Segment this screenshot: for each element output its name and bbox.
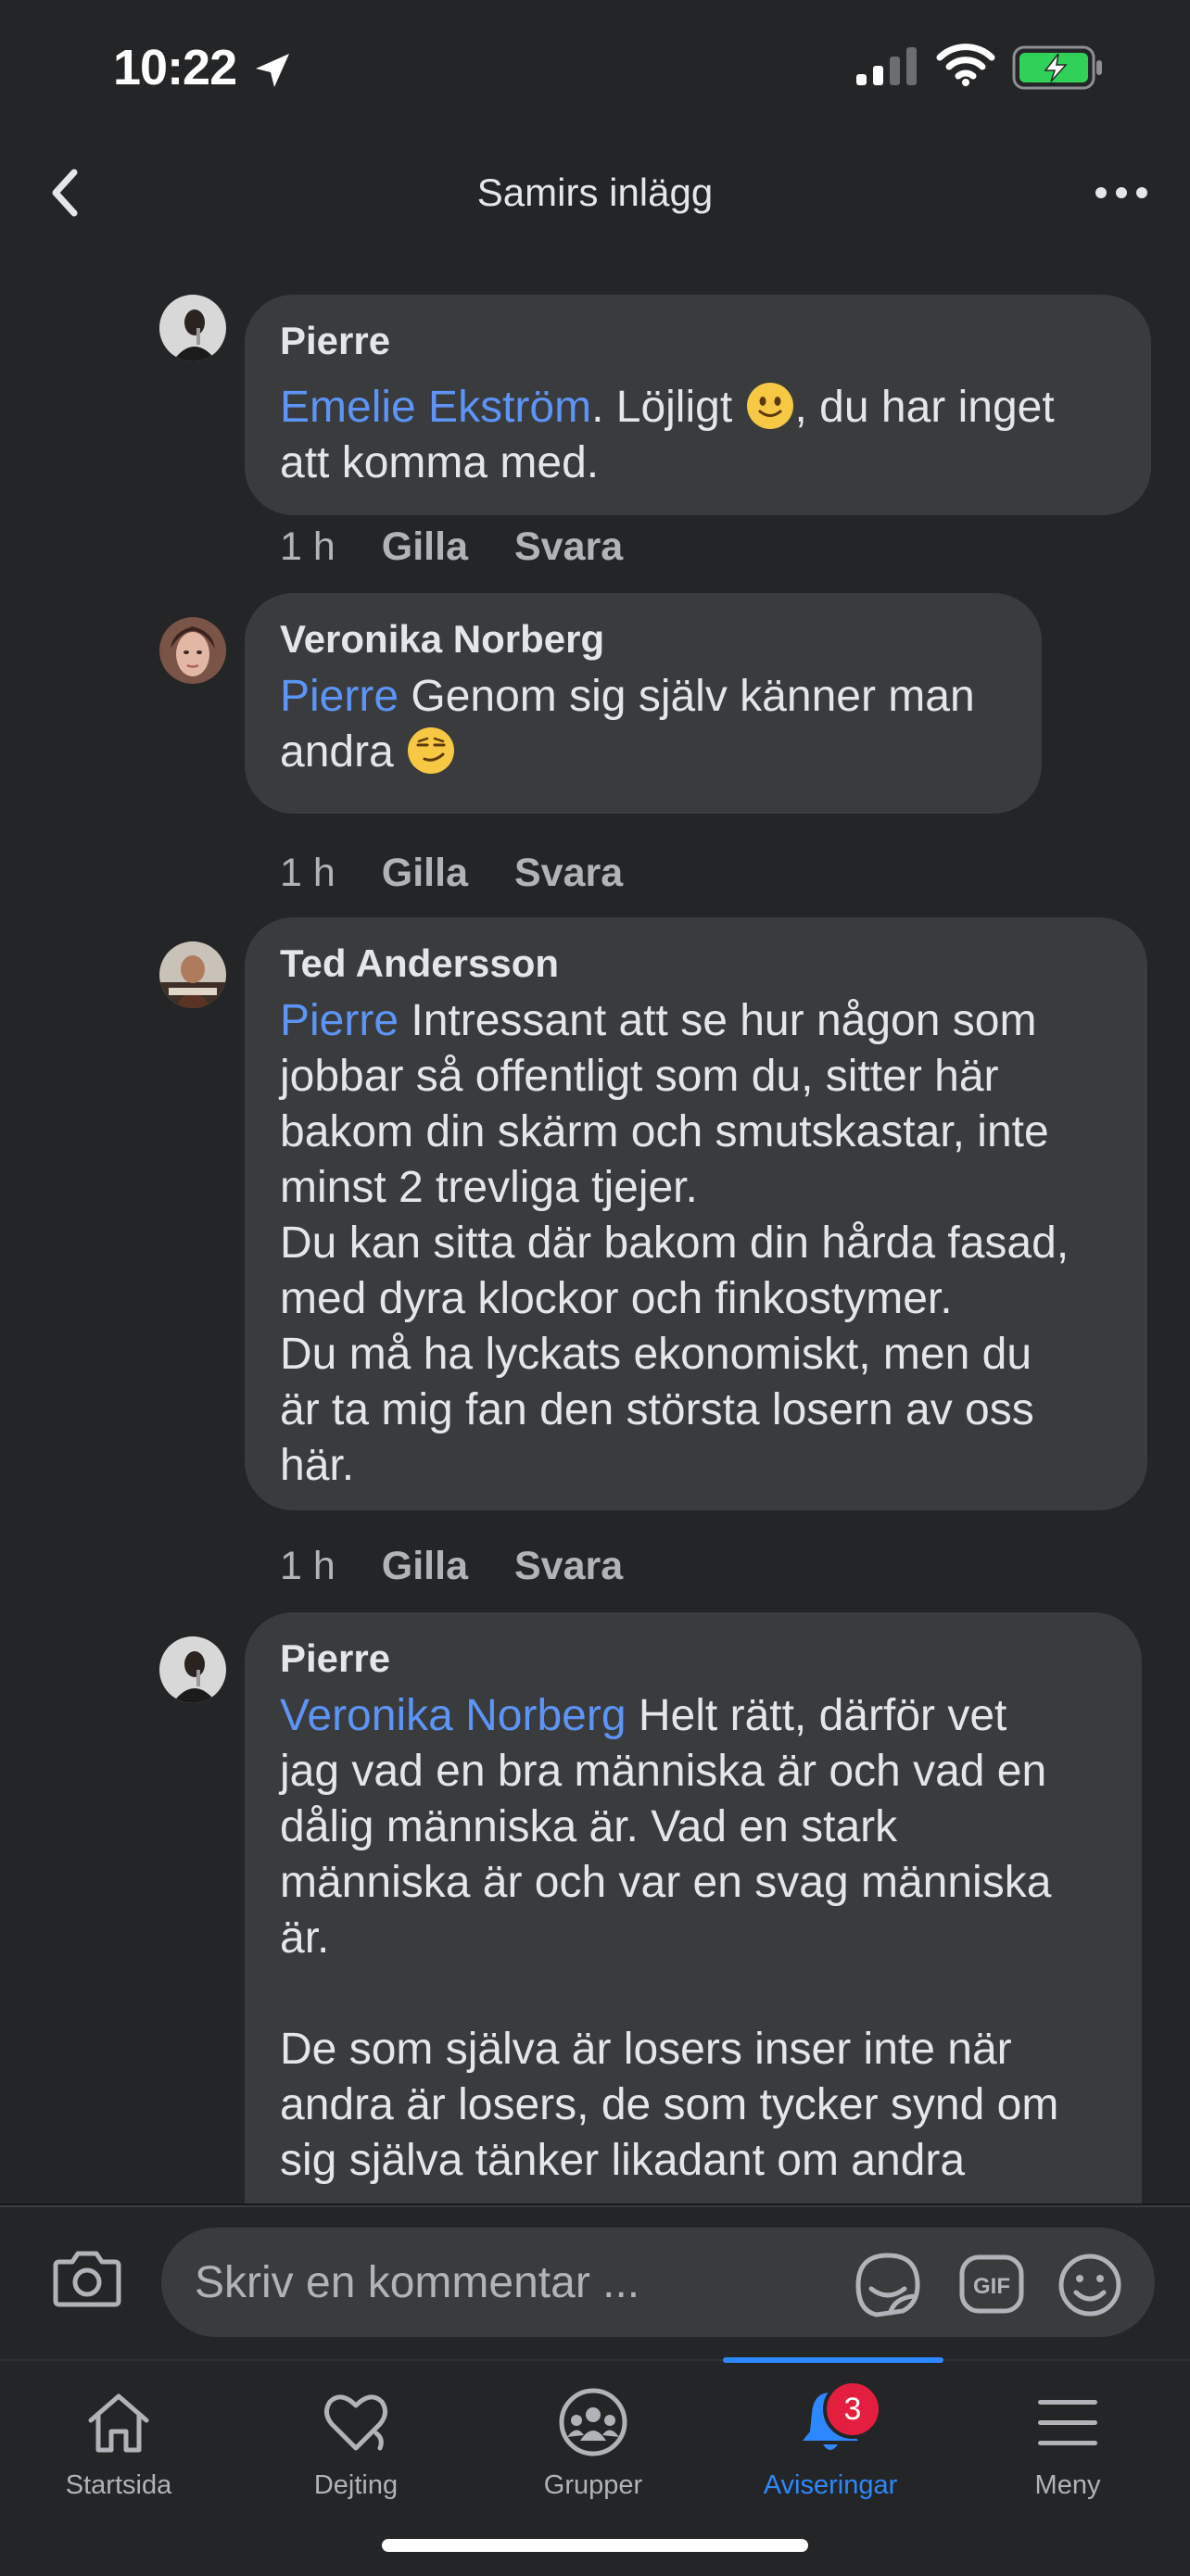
tab-label: Dejting <box>313 2470 399 2500</box>
page-title: Samirs inlägg <box>476 170 714 214</box>
comment-author[interactable]: Ted Andersson <box>280 938 1114 990</box>
comment-time: 1 h <box>280 851 335 895</box>
tab-label: Grupper <box>543 2470 643 2500</box>
tab-label: Startsida <box>65 2470 172 2500</box>
notification-badge: 3 <box>823 2380 882 2439</box>
comment-text: Veronika Norberg Helt rätt, därför vet j… <box>280 1688 1108 2189</box>
cellular-signal-icon <box>856 47 917 85</box>
comment-author[interactable]: Pierre <box>280 1633 1108 1685</box>
menu-icon <box>1038 2400 1097 2445</box>
slightly-smiling-face-icon <box>746 383 793 429</box>
tab-grupper[interactable]: Grupper <box>475 2359 712 2517</box>
comment-bubble[interactable]: Veronika Norberg Pierre Genom sig själv … <box>245 593 1042 814</box>
mention-link[interactable]: Pierre <box>280 672 399 721</box>
comment-bubble[interactable]: Ted Andersson Pierre Intressant att se h… <box>245 917 1147 1510</box>
tab-label: Aviseringar <box>763 2470 898 2500</box>
comment-time: 1 h <box>280 524 335 569</box>
comments-list: Pierre Emelie Ekström. Löjligt , du har … <box>0 252 1190 2203</box>
comment-author[interactable]: Veronika Norberg <box>280 613 1008 665</box>
avatar[interactable] <box>159 295 226 361</box>
groups-icon <box>559 2388 627 2456</box>
comment-text-part: Intressant att se hur någon som jobbar s… <box>280 996 1070 1490</box>
mention-link[interactable]: Emelie Ekström <box>280 383 591 432</box>
comment-text: Pierre Genom sig själv känner man andra <box>280 669 1008 780</box>
tab-startsida[interactable]: Startsida <box>0 2359 237 2517</box>
comment-text: Emelie Ekström. Löjligt , du har inget a… <box>280 380 1118 491</box>
camera-icon[interactable] <box>52 2247 122 2310</box>
reply-button[interactable]: Svara <box>514 524 623 570</box>
comment-text-part: Helt rätt, därför vet jag vad en bra män… <box>280 1691 1059 2185</box>
tab-dejting[interactable]: Dejting <box>237 2359 475 2517</box>
tab-meny[interactable]: Meny <box>949 2359 1186 2517</box>
gif-icon[interactable]: GIF <box>958 2254 1025 2315</box>
like-button[interactable]: Gilla <box>382 1544 468 1589</box>
emoji-icon[interactable] <box>1057 2252 1123 2318</box>
like-button[interactable]: Gilla <box>382 851 468 896</box>
status-time: 10:22 <box>113 40 237 95</box>
location-arrow-icon <box>256 54 289 87</box>
comment-time: 1 h <box>280 1544 335 1588</box>
comment-author[interactable]: Pierre <box>280 315 1118 367</box>
like-button[interactable]: Gilla <box>382 524 468 570</box>
tab-label: Meny <box>1034 2470 1101 2500</box>
reply-button[interactable]: Svara <box>514 851 623 896</box>
smirking-face-icon <box>408 727 455 774</box>
comment-text-part: . Löjligt <box>591 383 745 432</box>
svg-text:GIF: GIF <box>973 2274 1010 2299</box>
mention-link[interactable]: Veronika Norberg <box>280 1691 627 1740</box>
comment-bubble[interactable]: Pierre Emelie Ekström. Löjligt , du har … <box>245 295 1151 515</box>
comment-actions: 1 h Gilla Svara <box>280 851 669 896</box>
comment-actions: 1 h Gilla Svara <box>280 1544 669 1589</box>
avatar[interactable] <box>159 617 226 684</box>
tab-aviseringar[interactable]: 3 Aviseringar <box>712 2359 949 2517</box>
comment-bubble[interactable]: Pierre Veronika Norberg Helt rätt, därfö… <box>245 1612 1142 2203</box>
comment-actions: 1 h Gilla Svara <box>280 524 669 570</box>
sticker-icon[interactable] <box>853 2250 923 2320</box>
heart-icon <box>324 2394 387 2451</box>
more-options-icon[interactable] <box>1094 182 1149 204</box>
home-icon <box>88 2393 149 2453</box>
wifi-icon <box>936 44 995 86</box>
home-indicator <box>382 2539 808 2552</box>
comment-text: Pierre Intressant att se hur någon som j… <box>280 993 1114 1494</box>
battery-charging-icon <box>1012 45 1102 90</box>
reply-button[interactable]: Svara <box>514 1544 623 1589</box>
mention-link[interactable]: Pierre <box>280 996 399 1045</box>
avatar[interactable] <box>159 1636 226 1703</box>
avatar[interactable] <box>159 941 226 1008</box>
